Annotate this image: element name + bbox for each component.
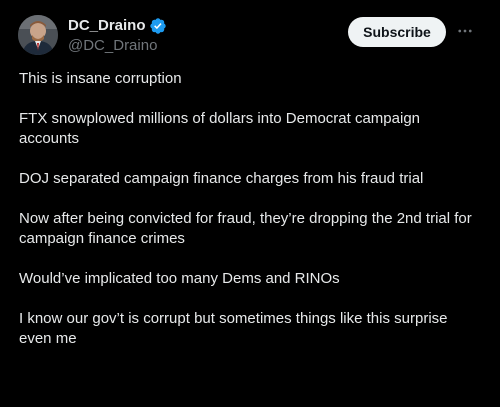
tweet-paragraph: FTX snowplowed millions of dollars into … [19, 110, 421, 147]
tweet-paragraph: DOJ separated campaign finance charges f… [19, 170, 424, 187]
more-horizontal-icon[interactable] [456, 22, 474, 40]
avatar[interactable] [18, 15, 58, 55]
verified-badge-icon [149, 17, 167, 35]
author-info: DC_Draino @DC_Draino [68, 16, 167, 56]
tweet-header: DC_Draino @DC_Draino Subscribe [0, 0, 500, 64]
tweet: DC_Draino @DC_Draino Subscribe This is i… [0, 0, 500, 407]
tweet-paragraph: I know our gov’t is corrupt but sometime… [19, 310, 448, 347]
display-name[interactable]: DC_Draino [68, 16, 146, 36]
tweet-text: This is insane corruption FTX snowplowed… [19, 69, 484, 349]
subscribe-button[interactable]: Subscribe [348, 17, 446, 47]
display-name-row: DC_Draino [68, 16, 167, 36]
tweet-paragraph: This is insane corruption [19, 70, 182, 87]
author-handle[interactable]: @DC_Draino [68, 36, 167, 56]
tweet-paragraph: Would’ve implicated too many Dems and RI… [19, 270, 340, 287]
avatar-image [18, 15, 58, 55]
tweet-paragraph: Now after being convicted for fraud, the… [19, 210, 472, 247]
